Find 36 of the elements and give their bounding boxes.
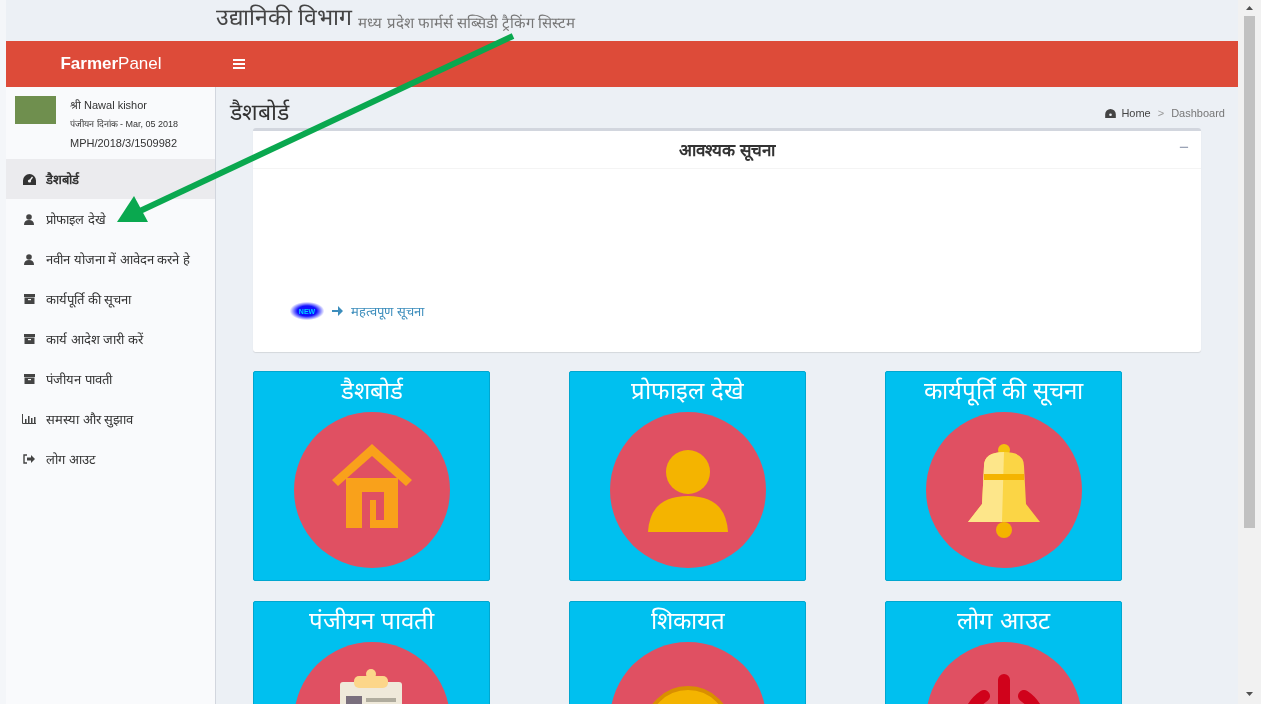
sidebar-item[interactable]: प्रोफाइल देखे	[6, 199, 215, 239]
menu-icon	[233, 59, 245, 69]
house-icon	[331, 444, 412, 528]
archive-icon	[23, 334, 35, 344]
user-photo	[15, 96, 56, 124]
notice-link[interactable]: महत्वपूण सूचना	[351, 302, 424, 320]
site-title: उद्यानिकी विभाग	[216, 3, 353, 32]
user-icon	[24, 213, 34, 225]
bar-chart-icon	[22, 414, 36, 424]
sign-out-icon	[23, 454, 35, 464]
bell-icon	[967, 444, 1040, 538]
breadcrumb-current: Dashboard	[1171, 107, 1225, 119]
breadcrumb-separator: >	[1157, 107, 1165, 119]
archive-icon	[23, 294, 35, 304]
sidebar-item[interactable]: समस्या और सुझाव	[6, 399, 215, 439]
sidebar-item[interactable]: कार्य आदेश जारी करें	[6, 319, 215, 359]
site-subtitle: मध्य प्रदेश फार्मर्स सब्सिडी ट्रैकिंग सिस्टम	[358, 13, 576, 32]
user-icon	[24, 253, 34, 265]
person-icon	[647, 450, 728, 532]
dashboard-icon	[1105, 108, 1117, 118]
archive-icon	[23, 374, 35, 384]
dashboard-icon	[22, 173, 36, 185]
clipboard-icon	[339, 669, 402, 704]
panel-title: आवश्यक सूचना	[679, 140, 775, 161]
sidebar-item[interactable]: डैशबोर्ड	[6, 159, 215, 199]
arrow-right-icon	[332, 306, 343, 316]
registration-number: MPH/2018/3/1509982	[70, 136, 179, 151]
page-title: डैशबोर्ड	[230, 98, 289, 127]
sidebar-item[interactable]: नवीन योजना में आवेदन करने हे	[6, 239, 215, 279]
user-name: श्री Nawal kishor	[70, 98, 149, 113]
sidebar-item[interactable]: लोग आउट	[6, 439, 215, 479]
breadcrumb-link[interactable]: Home	[1105, 107, 1151, 119]
registration-date: पंजीयन दिनांक - Mar, 05 2018	[70, 118, 179, 131]
sidebar-item[interactable]: कार्यपूर्ति की सूचना	[6, 279, 215, 319]
brand-logo[interactable]: FarmerPanel	[6, 54, 216, 74]
sidebar-item[interactable]: पंजीयन पावती	[6, 359, 215, 399]
